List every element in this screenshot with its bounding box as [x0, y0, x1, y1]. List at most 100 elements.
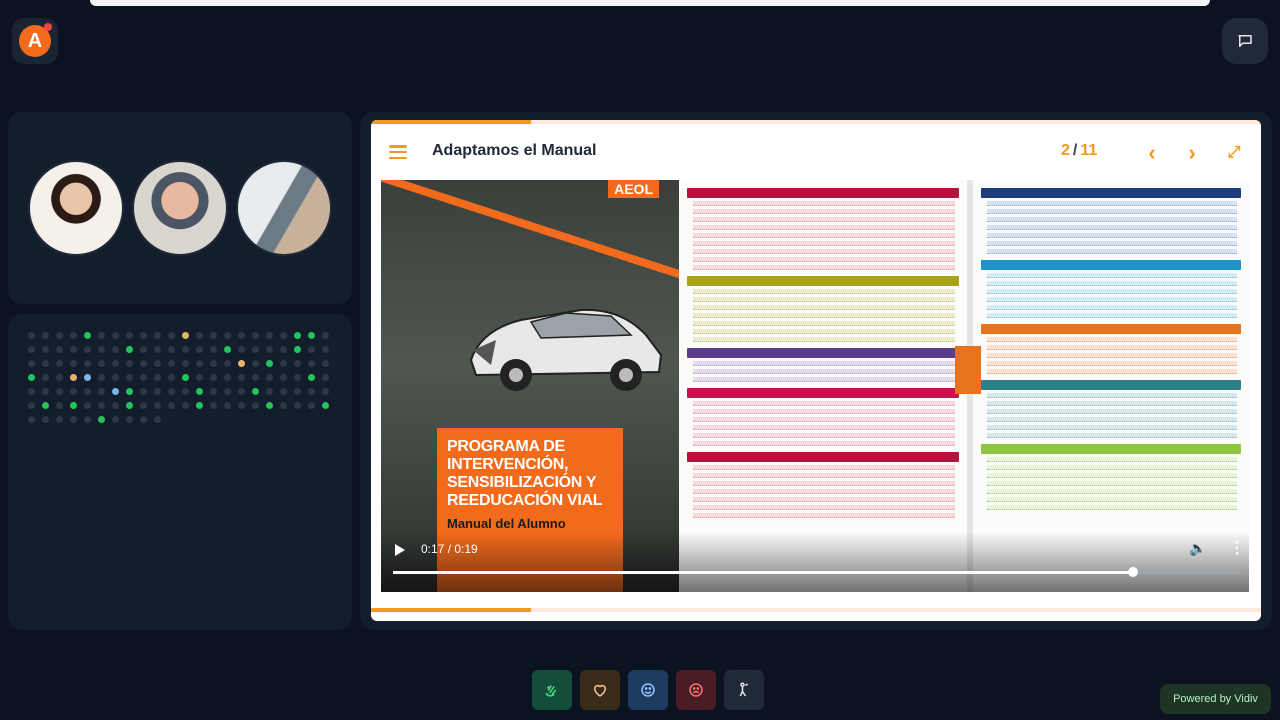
audience-dot — [252, 360, 259, 367]
audience-dot — [140, 416, 147, 423]
smile-reaction-button[interactable] — [628, 670, 668, 710]
audience-dot — [84, 360, 91, 367]
menu-icon[interactable] — [389, 145, 407, 159]
toc-chapter — [687, 188, 959, 270]
clap-reaction-button[interactable] — [532, 670, 572, 710]
sad-reaction-button[interactable] — [676, 670, 716, 710]
audience-dot — [266, 402, 273, 409]
audience-dot — [196, 346, 203, 353]
heart-reaction-button[interactable] — [580, 670, 620, 710]
audience-dot — [140, 332, 147, 339]
audience-dot — [252, 388, 259, 395]
audience-dot — [238, 332, 245, 339]
clap-icon — [545, 685, 557, 697]
audience-dot — [252, 332, 259, 339]
audience-dot — [126, 346, 133, 353]
audience-dot — [308, 360, 315, 367]
audience-dot — [322, 388, 329, 395]
audience-dot — [168, 360, 175, 367]
fullscreen-button[interactable]: ⤢ — [1219, 138, 1249, 168]
more-options-icon[interactable]: ⋮ — [1229, 538, 1245, 558]
audience-dot — [238, 402, 245, 409]
audience-dot — [280, 332, 287, 339]
page-separator: / — [1072, 142, 1078, 159]
audience-dot — [56, 388, 63, 395]
audience-dot — [42, 402, 49, 409]
audience-dot — [280, 346, 287, 353]
presentation-progress-bottom — [371, 608, 1261, 612]
avatar[interactable] — [28, 160, 124, 256]
audience-dot — [182, 388, 189, 395]
avatar[interactable] — [132, 160, 228, 256]
audience-dot — [112, 346, 119, 353]
audience-dot — [70, 332, 77, 339]
seek-handle[interactable] — [1127, 567, 1138, 577]
audience-dot — [224, 402, 231, 409]
audience-dot — [210, 360, 217, 367]
audience-dot — [294, 346, 301, 353]
audience-dot — [224, 388, 231, 395]
video-time: 0:17 / 0:19 — [421, 542, 478, 556]
table-of-contents-right — [973, 180, 1249, 592]
audience-dot — [308, 332, 315, 339]
video-seek-bar[interactable] — [393, 567, 1243, 577]
volume-icon[interactable]: 🔈 — [1189, 540, 1206, 557]
audience-dot — [98, 388, 105, 395]
toc-chapter — [687, 276, 959, 342]
audience-dot — [266, 332, 273, 339]
audience-dot — [266, 360, 273, 367]
audience-dot — [126, 374, 133, 381]
play-icon[interactable] — [395, 544, 405, 556]
presentation-viewer: Adaptamos el Manual 2/11 ‹ › ⤢ AEOL PROG… — [371, 120, 1261, 621]
powered-by-badge[interactable]: Powered by Vidiv — [1160, 684, 1271, 714]
audience-dot — [112, 402, 119, 409]
audience-dot — [98, 416, 105, 423]
chat-button[interactable] — [1222, 18, 1268, 64]
audience-dot — [266, 374, 273, 381]
app-logo[interactable]: A — [12, 18, 58, 64]
chevron-left-icon: ‹ — [1148, 140, 1156, 165]
audience-dot — [224, 360, 231, 367]
audience-dot — [42, 374, 49, 381]
participants-panel — [8, 112, 352, 304]
audience-dot — [126, 416, 133, 423]
audience-dot — [182, 374, 189, 381]
audience-dot — [98, 346, 105, 353]
raise-hand-button[interactable] — [724, 670, 764, 710]
previous-slide-button[interactable]: ‹ — [1137, 138, 1167, 168]
audience-dot — [210, 332, 217, 339]
audience-dot — [28, 402, 35, 409]
audience-dot — [168, 332, 175, 339]
audience-dot — [56, 374, 63, 381]
audience-dot — [238, 360, 245, 367]
audience-dot — [252, 402, 259, 409]
audience-dot — [238, 346, 245, 353]
audience-dot — [196, 374, 203, 381]
audience-dot — [182, 346, 189, 353]
audience-dot — [322, 374, 329, 381]
audience-dot — [224, 374, 231, 381]
audience-dot — [224, 332, 231, 339]
audience-dot — [196, 332, 203, 339]
audience-dot — [140, 346, 147, 353]
audience-dot — [70, 360, 77, 367]
presentation-title: Adaptamos el Manual — [432, 142, 597, 159]
audience-dot — [112, 360, 119, 367]
cover-subtitle: Manual del Alumno — [447, 516, 566, 531]
audience-dot — [84, 374, 91, 381]
audience-dot — [294, 388, 301, 395]
avatar[interactable] — [236, 160, 332, 256]
sad-icon — [689, 683, 703, 697]
audience-dot — [196, 402, 203, 409]
audience-dot — [140, 360, 147, 367]
cover-stripe — [381, 180, 713, 289]
presentation-progress — [371, 120, 1261, 124]
audience-panel — [8, 314, 352, 630]
audience-dot — [126, 388, 133, 395]
heart-icon — [593, 684, 607, 697]
audience-dot — [42, 346, 49, 353]
audience-dot — [322, 360, 329, 367]
video-player[interactable]: AEOL PROGRAMA DE INTERVENCIÓN, SENSIBILI… — [381, 180, 1249, 592]
audience-dot — [294, 360, 301, 367]
next-slide-button[interactable]: › — [1177, 138, 1207, 168]
